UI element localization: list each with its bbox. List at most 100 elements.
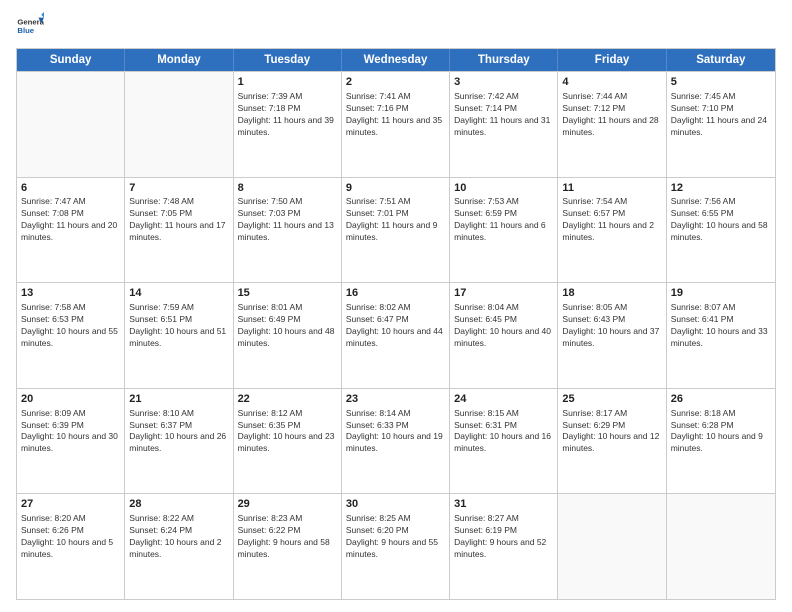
header: General Blue bbox=[16, 12, 776, 40]
day-info: Sunrise: 7:44 AMSunset: 7:12 PMDaylight:… bbox=[562, 91, 661, 139]
day-number: 12 bbox=[671, 181, 771, 196]
day-info: Sunrise: 8:12 AMSunset: 6:35 PMDaylight:… bbox=[238, 408, 337, 456]
day-cell-26: 26Sunrise: 8:18 AMSunset: 6:28 PMDayligh… bbox=[667, 389, 775, 494]
calendar-week-1: 1Sunrise: 7:39 AMSunset: 7:18 PMDaylight… bbox=[17, 71, 775, 177]
day-info: Sunrise: 7:53 AMSunset: 6:59 PMDaylight:… bbox=[454, 196, 553, 244]
calendar: SundayMondayTuesdayWednesdayThursdayFrid… bbox=[16, 48, 776, 600]
day-info: Sunrise: 8:04 AMSunset: 6:45 PMDaylight:… bbox=[454, 302, 553, 350]
day-cell-3: 3Sunrise: 7:42 AMSunset: 7:14 PMDaylight… bbox=[450, 72, 558, 177]
day-number: 25 bbox=[562, 392, 661, 407]
day-number: 21 bbox=[129, 392, 228, 407]
day-info: Sunrise: 8:02 AMSunset: 6:47 PMDaylight:… bbox=[346, 302, 445, 350]
weekday-header-tuesday: Tuesday bbox=[234, 49, 342, 71]
day-cell-16: 16Sunrise: 8:02 AMSunset: 6:47 PMDayligh… bbox=[342, 283, 450, 388]
weekday-header-wednesday: Wednesday bbox=[342, 49, 450, 71]
day-cell-24: 24Sunrise: 8:15 AMSunset: 6:31 PMDayligh… bbox=[450, 389, 558, 494]
weekday-header-saturday: Saturday bbox=[667, 49, 775, 71]
day-number: 22 bbox=[238, 392, 337, 407]
day-info: Sunrise: 8:14 AMSunset: 6:33 PMDaylight:… bbox=[346, 408, 445, 456]
day-info: Sunrise: 8:15 AMSunset: 6:31 PMDaylight:… bbox=[454, 408, 553, 456]
day-cell-23: 23Sunrise: 8:14 AMSunset: 6:33 PMDayligh… bbox=[342, 389, 450, 494]
day-info: Sunrise: 8:25 AMSunset: 6:20 PMDaylight:… bbox=[346, 513, 445, 561]
day-number: 28 bbox=[129, 497, 228, 512]
day-cell-14: 14Sunrise: 7:59 AMSunset: 6:51 PMDayligh… bbox=[125, 283, 233, 388]
day-cell-11: 11Sunrise: 7:54 AMSunset: 6:57 PMDayligh… bbox=[558, 178, 666, 283]
day-cell-17: 17Sunrise: 8:04 AMSunset: 6:45 PMDayligh… bbox=[450, 283, 558, 388]
day-number: 17 bbox=[454, 286, 553, 301]
page: General Blue SundayMondayTuesdayWednesda… bbox=[0, 0, 792, 612]
day-info: Sunrise: 7:58 AMSunset: 6:53 PMDaylight:… bbox=[21, 302, 120, 350]
day-number: 31 bbox=[454, 497, 553, 512]
day-info: Sunrise: 7:50 AMSunset: 7:03 PMDaylight:… bbox=[238, 196, 337, 244]
calendar-header-row: SundayMondayTuesdayWednesdayThursdayFrid… bbox=[17, 49, 775, 71]
day-cell-12: 12Sunrise: 7:56 AMSunset: 6:55 PMDayligh… bbox=[667, 178, 775, 283]
day-cell-20: 20Sunrise: 8:09 AMSunset: 6:39 PMDayligh… bbox=[17, 389, 125, 494]
day-cell-29: 29Sunrise: 8:23 AMSunset: 6:22 PMDayligh… bbox=[234, 494, 342, 599]
day-number: 11 bbox=[562, 181, 661, 196]
day-info: Sunrise: 7:42 AMSunset: 7:14 PMDaylight:… bbox=[454, 91, 553, 139]
weekday-header-friday: Friday bbox=[558, 49, 666, 71]
day-number: 27 bbox=[21, 497, 120, 512]
day-info: Sunrise: 8:07 AMSunset: 6:41 PMDaylight:… bbox=[671, 302, 771, 350]
day-number: 8 bbox=[238, 181, 337, 196]
day-number: 9 bbox=[346, 181, 445, 196]
day-number: 5 bbox=[671, 75, 771, 90]
day-cell-2: 2Sunrise: 7:41 AMSunset: 7:16 PMDaylight… bbox=[342, 72, 450, 177]
weekday-header-monday: Monday bbox=[125, 49, 233, 71]
day-number: 3 bbox=[454, 75, 553, 90]
day-number: 1 bbox=[238, 75, 337, 90]
day-number: 13 bbox=[21, 286, 120, 301]
day-info: Sunrise: 7:41 AMSunset: 7:16 PMDaylight:… bbox=[346, 91, 445, 139]
day-number: 24 bbox=[454, 392, 553, 407]
day-number: 29 bbox=[238, 497, 337, 512]
logo: General Blue bbox=[16, 12, 48, 40]
day-cell-27: 27Sunrise: 8:20 AMSunset: 6:26 PMDayligh… bbox=[17, 494, 125, 599]
day-info: Sunrise: 7:56 AMSunset: 6:55 PMDaylight:… bbox=[671, 196, 771, 244]
day-number: 18 bbox=[562, 286, 661, 301]
day-cell-5: 5Sunrise: 7:45 AMSunset: 7:10 PMDaylight… bbox=[667, 72, 775, 177]
day-info: Sunrise: 8:22 AMSunset: 6:24 PMDaylight:… bbox=[129, 513, 228, 561]
day-number: 19 bbox=[671, 286, 771, 301]
day-number: 15 bbox=[238, 286, 337, 301]
calendar-week-4: 20Sunrise: 8:09 AMSunset: 6:39 PMDayligh… bbox=[17, 388, 775, 494]
day-cell-10: 10Sunrise: 7:53 AMSunset: 6:59 PMDayligh… bbox=[450, 178, 558, 283]
day-number: 10 bbox=[454, 181, 553, 196]
day-cell-8: 8Sunrise: 7:50 AMSunset: 7:03 PMDaylight… bbox=[234, 178, 342, 283]
day-number: 23 bbox=[346, 392, 445, 407]
day-cell-13: 13Sunrise: 7:58 AMSunset: 6:53 PMDayligh… bbox=[17, 283, 125, 388]
day-number: 7 bbox=[129, 181, 228, 196]
day-cell-28: 28Sunrise: 8:22 AMSunset: 6:24 PMDayligh… bbox=[125, 494, 233, 599]
calendar-body: 1Sunrise: 7:39 AMSunset: 7:18 PMDaylight… bbox=[17, 71, 775, 599]
day-cell-18: 18Sunrise: 8:05 AMSunset: 6:43 PMDayligh… bbox=[558, 283, 666, 388]
day-number: 20 bbox=[21, 392, 120, 407]
day-info: Sunrise: 7:59 AMSunset: 6:51 PMDaylight:… bbox=[129, 302, 228, 350]
day-cell-19: 19Sunrise: 8:07 AMSunset: 6:41 PMDayligh… bbox=[667, 283, 775, 388]
empty-cell bbox=[125, 72, 233, 177]
weekday-header-sunday: Sunday bbox=[17, 49, 125, 71]
day-info: Sunrise: 8:10 AMSunset: 6:37 PMDaylight:… bbox=[129, 408, 228, 456]
empty-cell bbox=[17, 72, 125, 177]
day-info: Sunrise: 8:23 AMSunset: 6:22 PMDaylight:… bbox=[238, 513, 337, 561]
day-number: 26 bbox=[671, 392, 771, 407]
day-cell-25: 25Sunrise: 8:17 AMSunset: 6:29 PMDayligh… bbox=[558, 389, 666, 494]
day-info: Sunrise: 7:54 AMSunset: 6:57 PMDaylight:… bbox=[562, 196, 661, 244]
day-info: Sunrise: 8:01 AMSunset: 6:49 PMDaylight:… bbox=[238, 302, 337, 350]
day-info: Sunrise: 8:27 AMSunset: 6:19 PMDaylight:… bbox=[454, 513, 553, 561]
generalblue-logo-icon: General Blue bbox=[16, 12, 44, 40]
day-info: Sunrise: 8:17 AMSunset: 6:29 PMDaylight:… bbox=[562, 408, 661, 456]
day-info: Sunrise: 7:51 AMSunset: 7:01 PMDaylight:… bbox=[346, 196, 445, 244]
day-cell-6: 6Sunrise: 7:47 AMSunset: 7:08 PMDaylight… bbox=[17, 178, 125, 283]
empty-cell bbox=[667, 494, 775, 599]
day-info: Sunrise: 8:18 AMSunset: 6:28 PMDaylight:… bbox=[671, 408, 771, 456]
day-info: Sunrise: 8:05 AMSunset: 6:43 PMDaylight:… bbox=[562, 302, 661, 350]
day-number: 30 bbox=[346, 497, 445, 512]
day-info: Sunrise: 7:47 AMSunset: 7:08 PMDaylight:… bbox=[21, 196, 120, 244]
day-info: Sunrise: 8:09 AMSunset: 6:39 PMDaylight:… bbox=[21, 408, 120, 456]
day-number: 2 bbox=[346, 75, 445, 90]
day-info: Sunrise: 7:45 AMSunset: 7:10 PMDaylight:… bbox=[671, 91, 771, 139]
calendar-week-2: 6Sunrise: 7:47 AMSunset: 7:08 PMDaylight… bbox=[17, 177, 775, 283]
day-info: Sunrise: 7:39 AMSunset: 7:18 PMDaylight:… bbox=[238, 91, 337, 139]
day-number: 14 bbox=[129, 286, 228, 301]
day-cell-4: 4Sunrise: 7:44 AMSunset: 7:12 PMDaylight… bbox=[558, 72, 666, 177]
day-cell-7: 7Sunrise: 7:48 AMSunset: 7:05 PMDaylight… bbox=[125, 178, 233, 283]
